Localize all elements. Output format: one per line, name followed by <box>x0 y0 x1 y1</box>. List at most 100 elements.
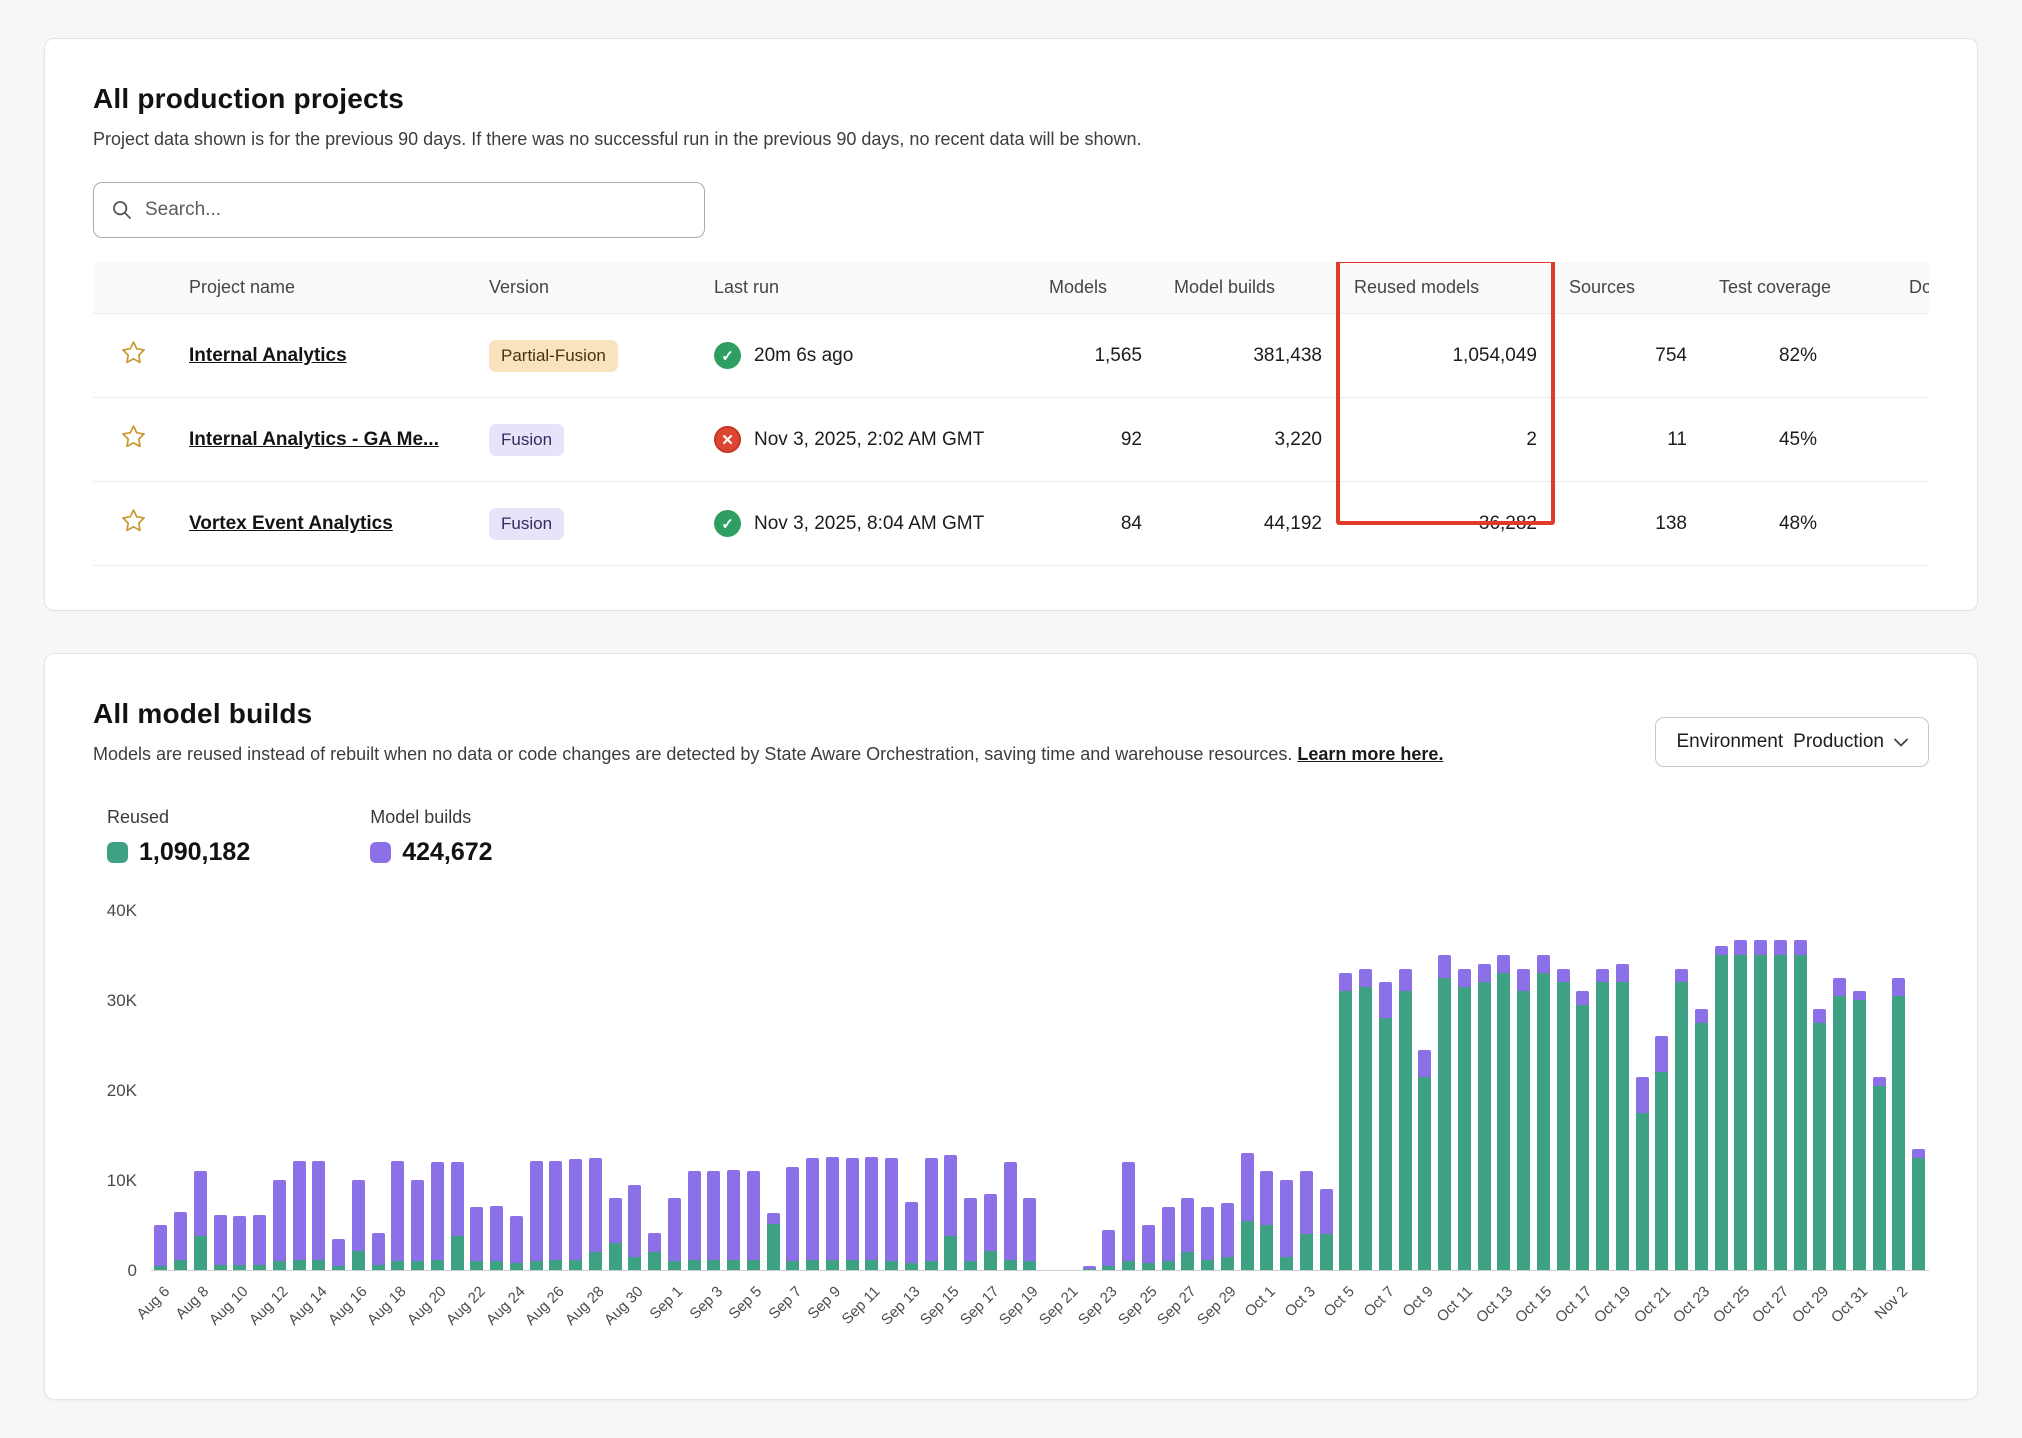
bar-aug-6[interactable]: Aug 6 <box>151 911 171 1270</box>
bar-aug-10[interactable]: Aug 10 <box>230 911 250 1270</box>
stacked-bar[interactable] <box>964 1198 977 1270</box>
stacked-bar[interactable] <box>253 1215 266 1271</box>
stacked-bar[interactable] <box>1655 1036 1668 1270</box>
bar-sep-14[interactable] <box>921 911 941 1270</box>
bar-aug-8[interactable]: Aug 8 <box>191 911 211 1270</box>
stacked-bar[interactable] <box>1774 940 1787 1270</box>
stacked-bar[interactable] <box>1320 1189 1333 1270</box>
bar-oct-9[interactable]: Oct 9 <box>1415 911 1435 1270</box>
stacked-bar[interactable] <box>372 1233 385 1271</box>
bar-aug-30[interactable]: Aug 30 <box>625 911 645 1270</box>
bar-sep-30[interactable] <box>1237 911 1257 1270</box>
stacked-bar[interactable] <box>1162 1207 1175 1270</box>
bar-oct-25[interactable]: Oct 25 <box>1731 911 1751 1270</box>
bar-sep-25[interactable]: Sep 25 <box>1139 911 1159 1270</box>
stacked-bar[interactable] <box>1517 969 1530 1271</box>
bar-sep-29[interactable]: Sep 29 <box>1218 911 1238 1270</box>
stacked-bar[interactable] <box>1241 1153 1254 1270</box>
bar-aug-28[interactable]: Aug 28 <box>586 911 606 1270</box>
bar-aug-12[interactable]: Aug 12 <box>270 911 290 1270</box>
stacked-bar[interactable] <box>688 1171 701 1270</box>
bar-sep-1[interactable]: Sep 1 <box>665 911 685 1270</box>
stacked-bar[interactable] <box>1201 1207 1214 1270</box>
stacked-bar[interactable] <box>1280 1180 1293 1270</box>
bar-sep-6[interactable] <box>763 911 783 1270</box>
bar-oct-17[interactable]: Oct 17 <box>1573 911 1593 1270</box>
stacked-bar[interactable] <box>451 1162 464 1270</box>
bar-oct-12[interactable] <box>1474 911 1494 1270</box>
table-row[interactable]: Internal Analytics - GA Me... Fusion ✕No… <box>93 398 1929 482</box>
stacked-bar[interactable] <box>332 1239 345 1271</box>
bar-sep-23[interactable]: Sep 23 <box>1099 911 1119 1270</box>
bar-oct-13[interactable]: Oct 13 <box>1494 911 1514 1270</box>
bar-sep-28[interactable] <box>1198 911 1218 1270</box>
bar-oct-2[interactable] <box>1277 911 1297 1270</box>
stacked-bar[interactable] <box>352 1180 365 1270</box>
stacked-bar[interactable] <box>1083 1266 1096 1270</box>
stacked-bar[interactable] <box>984 1194 997 1270</box>
bar-sep-15[interactable]: Sep 15 <box>941 911 961 1270</box>
bar-aug-19[interactable] <box>408 911 428 1270</box>
bar-oct-19[interactable]: Oct 19 <box>1613 911 1633 1270</box>
bar-sep-5[interactable]: Sep 5 <box>744 911 764 1270</box>
stacked-bar[interactable] <box>806 1158 819 1270</box>
bar-sep-8[interactable] <box>803 911 823 1270</box>
bar-oct-20[interactable] <box>1632 911 1652 1270</box>
stacked-bar[interactable] <box>1675 969 1688 1271</box>
bar-sep-2[interactable] <box>684 911 704 1270</box>
bar-oct-5[interactable]: Oct 5 <box>1336 911 1356 1270</box>
bar-oct-11[interactable]: Oct 11 <box>1455 911 1475 1270</box>
bar-aug-15[interactable] <box>329 911 349 1270</box>
stacked-bar[interactable] <box>668 1198 681 1270</box>
bar-aug-21[interactable] <box>447 911 467 1270</box>
bar-sep-18[interactable] <box>1000 911 1020 1270</box>
stacked-bar[interactable] <box>312 1161 325 1271</box>
stacked-bar[interactable] <box>925 1158 938 1271</box>
stacked-bar[interactable] <box>1181 1198 1194 1270</box>
stacked-bar[interactable] <box>628 1185 641 1271</box>
bar-oct-31[interactable]: Oct 31 <box>1850 911 1870 1270</box>
stacked-bar[interactable] <box>1004 1162 1017 1270</box>
bar-aug-23[interactable] <box>487 911 507 1270</box>
stacked-bar[interactable] <box>411 1180 424 1270</box>
stacked-bar[interactable] <box>1813 1009 1826 1270</box>
favorite-star-icon[interactable] <box>120 507 147 534</box>
favorite-star-icon[interactable] <box>120 339 147 366</box>
stacked-bar[interactable] <box>1438 955 1451 1270</box>
stacked-bar[interactable] <box>707 1171 720 1270</box>
stacked-bar[interactable] <box>1892 978 1905 1271</box>
bar-oct-16[interactable] <box>1553 911 1573 1270</box>
bar-aug-25[interactable] <box>526 911 546 1270</box>
bar-oct-26[interactable] <box>1751 911 1771 1270</box>
stacked-bar[interactable] <box>1458 969 1471 1271</box>
bar-oct-7[interactable]: Oct 7 <box>1376 911 1396 1270</box>
stacked-bar[interactable] <box>1636 1077 1649 1271</box>
stacked-bar[interactable] <box>786 1167 799 1271</box>
stacked-bar[interactable] <box>1418 1050 1431 1271</box>
bar-aug-24[interactable]: Aug 24 <box>507 911 527 1270</box>
stacked-bar[interactable] <box>273 1180 286 1270</box>
bar-aug-9[interactable] <box>210 911 230 1270</box>
bar-oct-30[interactable] <box>1830 911 1850 1270</box>
bar-oct-27[interactable]: Oct 27 <box>1771 911 1791 1270</box>
bar-oct-3[interactable]: Oct 3 <box>1297 911 1317 1270</box>
project-name-link[interactable]: Internal Analytics - GA Me... <box>189 429 439 450</box>
stacked-bar[interactable] <box>1379 982 1392 1270</box>
bar-sep-11[interactable]: Sep 11 <box>862 911 882 1270</box>
stacked-bar[interactable] <box>648 1233 661 1271</box>
stacked-bar[interactable] <box>1537 955 1550 1270</box>
stacked-bar[interactable] <box>767 1213 780 1271</box>
bar-aug-14[interactable]: Aug 14 <box>309 911 329 1270</box>
stacked-bar[interactable] <box>293 1161 306 1271</box>
bar-nov-1[interactable] <box>1869 911 1889 1270</box>
stacked-bar[interactable] <box>1339 973 1352 1270</box>
stacked-bar[interactable] <box>589 1158 602 1271</box>
bar-aug-29[interactable] <box>605 911 625 1270</box>
bar-oct-14[interactable] <box>1514 911 1534 1270</box>
stacked-bar[interactable] <box>1833 978 1846 1271</box>
project-name-link[interactable]: Vortex Event Analytics <box>189 513 393 534</box>
bar-sep-13[interactable]: Sep 13 <box>902 911 922 1270</box>
stacked-bar[interactable] <box>1734 940 1747 1270</box>
stacked-bar[interactable] <box>1873 1077 1886 1271</box>
bar-nov-3[interactable] <box>1909 911 1929 1270</box>
